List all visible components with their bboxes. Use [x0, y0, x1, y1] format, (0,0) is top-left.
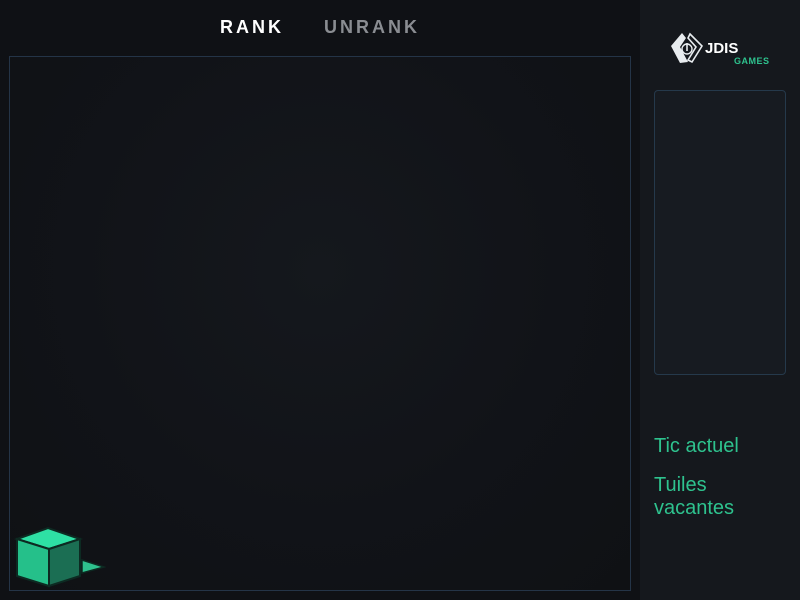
mode-tabs: RANK UNRANK [0, 0, 640, 56]
green-cube-agent-icon [14, 526, 106, 588]
logo-secondary-text: GAMES [734, 56, 770, 66]
current-tick-label: Tic actuel [654, 435, 739, 457]
tab-rank[interactable]: RANK [220, 17, 284, 38]
side-panel: JDIS GAMES Tic actuel Tuiles vacantes [640, 0, 800, 600]
tab-unrank[interactable]: UNRANK [324, 17, 420, 38]
game-board[interactable] [9, 56, 631, 591]
logo-primary-text: JDIS [705, 40, 738, 57]
info-box [654, 90, 786, 375]
vacant-tiles-label: Tuiles vacantes [654, 474, 735, 519]
app-root: RANK UNRANK JDIS GAMES Tic actuel Tuiles… [0, 0, 800, 600]
jdis-games-logo-icon: JDIS GAMES [671, 32, 770, 66]
